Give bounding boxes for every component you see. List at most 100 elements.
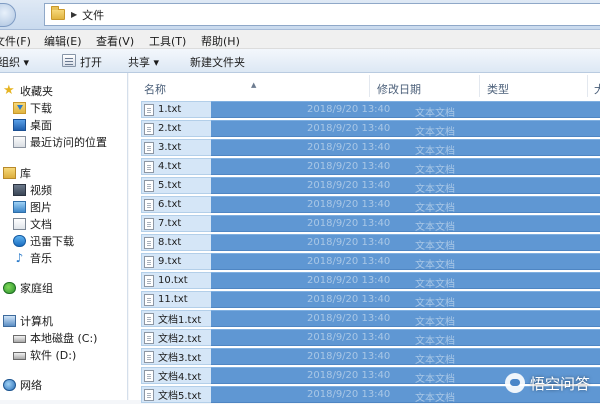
file-name-cell[interactable]: 文档2.txt xyxy=(141,329,211,346)
file-name-cell[interactable]: 文档4.txt xyxy=(141,367,211,384)
selection-highlight[interactable] xyxy=(211,329,600,346)
nav-network[interactable]: 网络 xyxy=(3,377,42,393)
network-icon xyxy=(3,379,16,391)
nav-item-software-d[interactable]: 软件 (D:) xyxy=(13,347,76,363)
menu-bar: 文件(F) 编辑(E) 查看(V) 工具(T) 帮助(H) xyxy=(0,30,600,49)
document-icon xyxy=(13,218,26,230)
file-type: 文本文档 xyxy=(415,241,455,252)
file-row[interactable]: 6.txt 2018/9/20 13:40 文本文档 xyxy=(141,196,600,214)
selection-highlight[interactable] xyxy=(211,253,600,270)
file-row[interactable]: 8.txt 2018/9/20 13:40 文本文档 xyxy=(141,234,600,252)
file-row[interactable]: 4.txt 2018/9/20 13:40 文本文档 xyxy=(141,158,600,176)
menu-view[interactable]: 查看(V) xyxy=(96,33,134,49)
nav-item-desktop[interactable]: 桌面 xyxy=(13,117,52,133)
nav-item-documents[interactable]: 文档 xyxy=(13,216,52,232)
recent-places-icon xyxy=(13,136,26,148)
file-name-cell[interactable]: 3.txt xyxy=(141,139,211,156)
column-header-type[interactable]: 类型 xyxy=(487,81,509,97)
menu-file[interactable]: 文件(F) xyxy=(0,33,31,49)
file-name: 文档3.txt xyxy=(158,353,202,364)
sort-ascending-icon: ▲ xyxy=(251,81,257,89)
xunlei-icon xyxy=(13,235,26,247)
file-row[interactable]: 3.txt 2018/9/20 13:40 文本文档 xyxy=(141,139,600,157)
nav-item-local-disk-c[interactable]: 本地磁盘 (C:) xyxy=(13,330,97,346)
file-name-cell[interactable]: 文档5.txt xyxy=(141,386,211,403)
file-row[interactable]: 9.txt 2018/9/20 13:40 文本文档 xyxy=(141,253,600,271)
nav-item-videos[interactable]: 视频 xyxy=(13,182,52,198)
column-header-size[interactable]: 大 xyxy=(594,81,600,97)
nav-libraries[interactable]: 库 xyxy=(3,165,31,181)
file-name-cell[interactable]: 文档1.txt xyxy=(141,310,211,327)
file-name-cell[interactable]: 5.txt xyxy=(141,177,211,194)
nav-item-music[interactable]: ♪ 音乐 xyxy=(13,250,52,266)
file-date: 2018/9/20 13:40 xyxy=(307,104,391,115)
command-bar: 组织 ▾ 打开 共享 ▾ 新建文件夹 xyxy=(0,49,600,73)
column-header-name[interactable]: 名称 xyxy=(144,81,166,97)
file-row[interactable]: 5.txt 2018/9/20 13:40 文本文档 xyxy=(141,177,600,195)
file-row[interactable]: 1.txt 2018/9/20 13:40 文本文档 xyxy=(141,101,600,119)
file-row[interactable]: 11.txt 2018/9/20 13:40 文本文档 xyxy=(141,291,600,309)
selection-highlight[interactable] xyxy=(211,310,600,327)
menu-tools[interactable]: 工具(T) xyxy=(149,33,186,49)
file-name-cell[interactable]: 10.txt xyxy=(141,272,211,289)
file-name-cell[interactable]: 6.txt xyxy=(141,196,211,213)
file-row[interactable]: 文档3.txt 2018/9/20 13:40 文本文档 xyxy=(141,348,600,366)
open-button[interactable]: 打开 xyxy=(80,54,102,70)
nav-item-label: 音乐 xyxy=(30,252,52,265)
file-type: 文本文档 xyxy=(415,222,455,233)
file-name-cell[interactable]: 1.txt xyxy=(141,101,211,118)
column-header-date[interactable]: 修改日期 xyxy=(377,81,421,97)
selection-highlight[interactable] xyxy=(211,234,600,251)
watermark-text: 悟空问答 xyxy=(529,374,590,393)
selection-highlight[interactable] xyxy=(211,158,600,175)
nav-item-recent-places[interactable]: 最近访问的位置 xyxy=(13,134,107,150)
column-divider[interactable] xyxy=(479,75,480,97)
nav-computer[interactable]: 计算机 xyxy=(3,313,53,329)
file-date: 2018/9/20 13:40 xyxy=(307,351,391,362)
selection-highlight[interactable] xyxy=(211,101,600,118)
breadcrumb-arrow-icon[interactable]: ▶ xyxy=(71,10,77,19)
selection-highlight[interactable] xyxy=(211,272,600,289)
back-button[interactable] xyxy=(0,3,16,27)
selection-highlight[interactable] xyxy=(211,177,600,194)
file-date: 2018/9/20 13:40 xyxy=(307,161,391,172)
selection-highlight[interactable] xyxy=(211,120,600,137)
nav-item-xunlei-downloads[interactable]: 迅雷下载 xyxy=(13,233,74,249)
address-input[interactable]: ▶ 文件 xyxy=(44,3,600,26)
selection-highlight[interactable] xyxy=(211,196,600,213)
nav-homegroup[interactable]: 家庭组 xyxy=(3,280,53,296)
nav-item-pictures[interactable]: 图片 xyxy=(13,199,52,215)
new-folder-button[interactable]: 新建文件夹 xyxy=(190,54,245,70)
file-row[interactable]: 文档1.txt 2018/9/20 13:40 文本文档 xyxy=(141,310,600,328)
file-name-cell[interactable]: 2.txt xyxy=(141,120,211,137)
file-name-cell[interactable]: 4.txt xyxy=(141,158,211,175)
file-name-cell[interactable]: 文档3.txt xyxy=(141,348,211,365)
nav-favorites[interactable]: ★ 收藏夹 xyxy=(3,83,53,99)
breadcrumb-current[interactable]: 文件 xyxy=(82,7,104,23)
menu-edit[interactable]: 编辑(E) xyxy=(44,33,82,49)
file-row[interactable]: 2.txt 2018/9/20 13:40 文本文档 xyxy=(141,120,600,138)
selection-highlight[interactable] xyxy=(211,139,600,156)
file-name-cell[interactable]: 11.txt xyxy=(141,291,211,308)
selection-highlight[interactable] xyxy=(211,291,600,308)
file-row[interactable]: 文档2.txt 2018/9/20 13:40 文本文档 xyxy=(141,329,600,347)
selection-highlight[interactable] xyxy=(211,348,600,365)
file-name-cell[interactable]: 9.txt xyxy=(141,253,211,270)
column-divider[interactable] xyxy=(369,75,370,97)
selection-highlight[interactable] xyxy=(211,215,600,232)
file-date: 2018/9/20 13:40 xyxy=(307,332,391,343)
organize-button[interactable]: 组织 ▾ xyxy=(0,54,29,70)
text-file-icon xyxy=(144,217,154,230)
file-name-cell[interactable]: 8.txt xyxy=(141,234,211,251)
share-button[interactable]: 共享 ▾ xyxy=(128,54,159,70)
file-date: 2018/9/20 13:40 xyxy=(307,370,391,381)
column-divider[interactable] xyxy=(587,75,588,97)
nav-item-downloads[interactable]: 下载 xyxy=(13,100,52,116)
menu-help[interactable]: 帮助(H) xyxy=(201,33,240,49)
file-row[interactable]: 7.txt 2018/9/20 13:40 文本文档 xyxy=(141,215,600,233)
file-name-cell[interactable]: 7.txt xyxy=(141,215,211,232)
text-file-icon xyxy=(144,103,154,116)
file-date: 2018/9/20 13:40 xyxy=(307,180,391,191)
file-row[interactable]: 10.txt 2018/9/20 13:40 文本文档 xyxy=(141,272,600,290)
open-icon[interactable] xyxy=(62,54,76,67)
